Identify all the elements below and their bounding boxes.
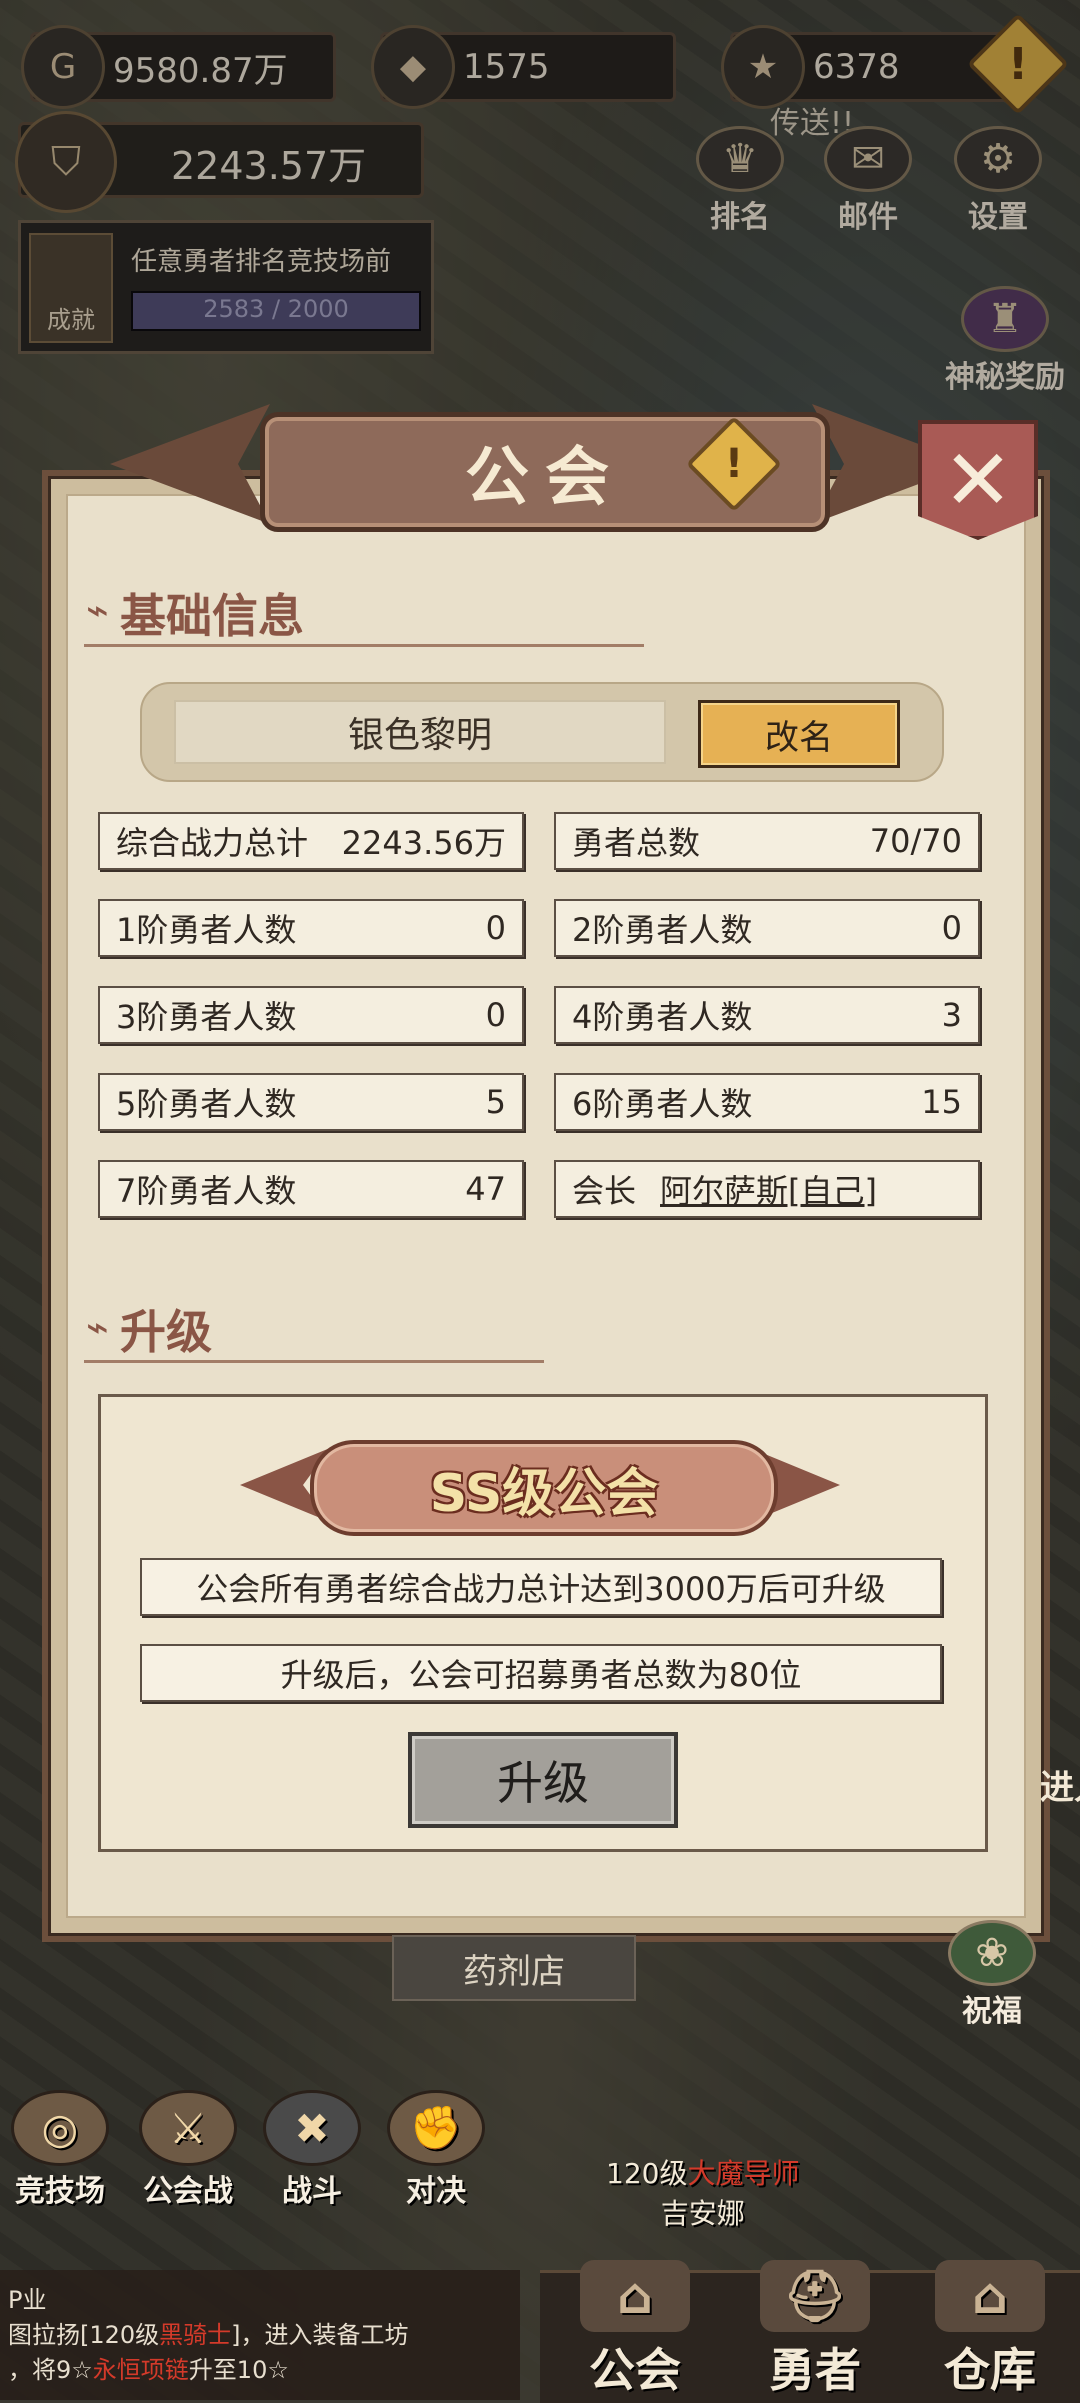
stat-label: 2阶勇者人数 <box>572 911 753 949</box>
npc-class: 大魔导师 <box>687 2157 800 2190</box>
duel-button[interactable]: ✊ 对决 <box>376 2090 496 2210</box>
chat-text: 图拉扬[120级 <box>8 2321 160 2349</box>
section-upgrade: 升级 <box>120 1305 212 1359</box>
stat-label: 综合战力总计 <box>116 824 309 862</box>
npc-name: 吉安娜 <box>660 2197 745 2230</box>
npc-label[interactable]: 120级大魔导师 吉安娜 <box>606 2152 799 2232</box>
stat-tile: 2阶勇者人数 0 <box>554 899 980 957</box>
section-divider <box>84 1360 544 1363</box>
duel-label: 对决 <box>406 2174 466 2209</box>
arena-label: 竞技场 <box>15 2174 105 2209</box>
tab-guild-label: 公会 <box>589 2343 681 2397</box>
stat-tile: 4阶勇者人数 3 <box>554 986 980 1044</box>
tab-warehouse-label: 仓库 <box>944 2343 1036 2397</box>
stat-value: 3 <box>941 996 962 1034</box>
upgrade-button[interactable]: 升级 <box>408 1732 678 1828</box>
battle-icon: ✖ <box>263 2090 361 2166</box>
tab-hero[interactable]: ⛑ 勇者 <box>730 2260 900 2400</box>
rename-button[interactable]: 改名 <box>698 700 900 768</box>
stat-tile: 综合战力总计 2243.56万 <box>98 812 524 870</box>
upgrade-requirement: 公会所有勇者综合战力总计达到3000万后可升级 <box>140 1558 942 1616</box>
stat-value: 0 <box>485 909 506 947</box>
stat-tile: 勇者总数 70/70 <box>554 812 980 870</box>
stat-label: 4阶勇者人数 <box>572 998 753 1036</box>
chat-line: ，将9☆永恒项链升至10☆ <box>8 2350 512 2385</box>
battle-label: 战斗 <box>282 2174 342 2209</box>
tab-warehouse[interactable]: ⌂ 仓库 <box>905 2260 1075 2400</box>
guild-war-label: 公会战 <box>143 2174 233 2209</box>
stat-tile: 5阶勇者人数 5 <box>98 1073 524 1131</box>
chat-highlight: 黑骑士 <box>159 2321 232 2349</box>
stat-tile[interactable]: 会长 阿尔萨斯[自己] <box>554 1160 980 1218</box>
stat-label: 7阶勇者人数 <box>116 1172 297 1210</box>
chat-highlight: 永恒项链 <box>92 2356 189 2384</box>
arena-button[interactable]: ◎ 竞技场 <box>0 2090 120 2210</box>
stat-label: 勇者总数 <box>572 824 701 862</box>
stat-value: 70/70 <box>869 822 962 860</box>
stat-label: 6阶勇者人数 <box>572 1085 753 1123</box>
helmet-icon: ⛑ <box>760 2260 870 2332</box>
chat-line: P业 <box>8 2286 47 2314</box>
stat-value: 0 <box>941 909 962 947</box>
stat-label: 会长 <box>572 1172 637 1210</box>
stat-tile: 3阶勇者人数 0 <box>98 986 524 1044</box>
stat-label: 1阶勇者人数 <box>116 911 297 949</box>
stat-value: 2243.56万 <box>341 824 506 862</box>
potion-shop-sign[interactable]: 药剂店 <box>392 1935 636 2001</box>
stat-value: 0 <box>485 996 506 1034</box>
guild-name: 银色黎明 <box>174 700 666 764</box>
section-divider <box>84 644 644 647</box>
guild-hall-icon: ⌂ <box>580 2260 690 2332</box>
stat-label: 5阶勇者人数 <box>116 1085 297 1123</box>
target-icon: ◎ <box>11 2090 109 2166</box>
chat-line: 图拉扬[120级黑骑士]，进入装备工坊 <box>8 2315 512 2350</box>
stat-tile: 1阶勇者人数 0 <box>98 899 524 957</box>
guild-leader-link[interactable]: 阿尔萨斯[自己] <box>660 1166 877 1212</box>
battle-button[interactable]: ✖ 战斗 <box>252 2090 372 2210</box>
bless-label: 祝福 <box>962 1994 1022 2029</box>
npc-level: 120级 <box>606 2157 688 2190</box>
upgrade-title-banner: SS级公会 <box>310 1440 778 1536</box>
bless-button[interactable]: ❀ 祝福 <box>944 1920 1040 2030</box>
stat-label: 3阶勇者人数 <box>116 998 297 1036</box>
upgrade-title: SS级公会 <box>429 1463 659 1524</box>
section-ornament-icon: ⌁ <box>86 1305 109 1349</box>
stat-value: 47 <box>465 1170 506 1208</box>
close-icon: ✕ <box>942 431 1014 529</box>
section-ornament-icon: ⌁ <box>86 588 109 632</box>
chat-text: ]，进入装备工坊 <box>231 2321 409 2349</box>
chat-text: 升至10☆ <box>188 2356 289 2384</box>
guild-war-button[interactable]: ⚔ 公会战 <box>128 2090 248 2210</box>
tab-guild[interactable]: ⌂ 公会 <box>550 2260 720 2400</box>
warehouse-icon: ⌂ <box>935 2260 1045 2332</box>
chat-feed[interactable]: P业 图拉扬[120级黑骑士]，进入装备工坊 ，将9☆永恒项链升至10☆ <box>0 2270 520 2400</box>
stat-tile: 6阶勇者人数 15 <box>554 1073 980 1131</box>
stat-tile: 7阶勇者人数 47 <box>98 1160 524 1218</box>
fist-icon: ✊ <box>387 2090 485 2166</box>
enter-label[interactable]: 进入 <box>1040 1760 1080 1809</box>
upgrade-benefit: 升级后，公会可招募勇者总数为80位 <box>140 1644 942 1702</box>
chat-text: ，将9☆ <box>8 2356 93 2384</box>
crossed-swords-icon: ⚔ <box>139 2090 237 2166</box>
section-basic-info: 基础信息 <box>120 589 304 643</box>
stat-value: 15 <box>921 1083 962 1121</box>
tab-hero-label: 勇者 <box>769 2343 861 2397</box>
bless-icon: ❀ <box>948 1920 1036 1986</box>
stat-value: 5 <box>485 1083 506 1121</box>
close-button[interactable]: ✕ <box>918 420 1038 540</box>
